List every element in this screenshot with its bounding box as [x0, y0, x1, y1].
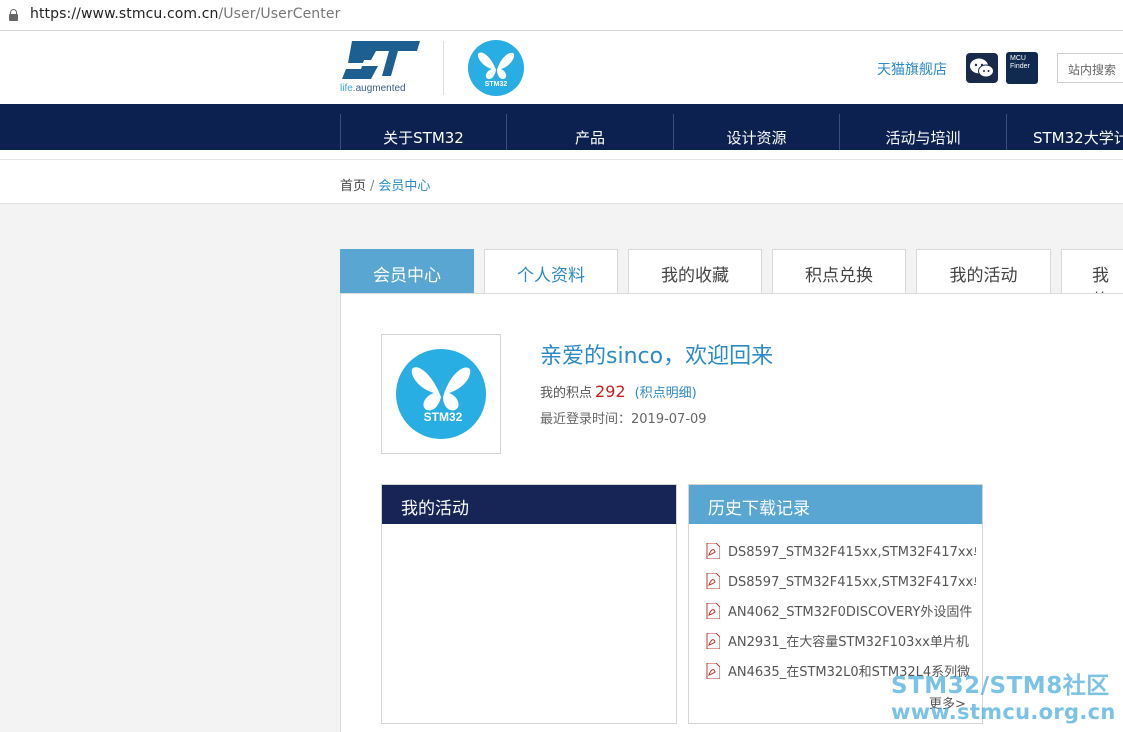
last-login-time: 最近登录时间：2019-07-09: [540, 412, 707, 427]
welcome-message: 亲爱的sinco，欢迎回来: [540, 344, 774, 369]
download-history-title: 历史下载记录: [689, 485, 982, 524]
nav-bottom-strip: [0, 150, 1123, 159]
browser-address-bar[interactable]: https://www.stmcu.com.cn/User/UserCenter: [0, 0, 1123, 31]
download-item[interactable]: DS8597_STM32F415xx,STM32F417xx单: [706, 541, 976, 561]
avatar: STM32: [381, 334, 501, 454]
download-item[interactable]: DS8597_STM32F415xx,STM32F417xx单: [706, 571, 976, 591]
community-watermark: STM32/STM8社区 www.stmcu.org.cn: [891, 673, 1116, 724]
mcu-finder-icon[interactable]: MCU Finder: [1006, 52, 1038, 84]
tab-profile[interactable]: 个人资料: [484, 249, 618, 294]
lock-icon: [9, 9, 18, 21]
tab-my-activities[interactable]: 我的活动: [916, 249, 1051, 294]
points-value: 292: [595, 382, 626, 401]
my-activities-box: 我的活动: [381, 484, 677, 724]
pdf-icon: [706, 543, 720, 559]
breadcrumb-separator: /: [370, 179, 375, 194]
breadcrumb: 首页 / 会员中心: [340, 175, 430, 194]
breadcrumb-current[interactable]: 会员中心: [378, 179, 430, 194]
breadcrumb-home[interactable]: 首页: [340, 179, 366, 194]
download-item[interactable]: AN4062_STM32F0DISCOVERY外设固件: [706, 601, 976, 621]
pdf-icon: [706, 603, 720, 619]
header-divider: [443, 41, 444, 95]
points-detail-link[interactable]: (积点明细): [635, 386, 697, 401]
stm32-avatar-logo: STM32: [396, 349, 486, 439]
stm32-butterfly-logo[interactable]: STM32: [468, 40, 524, 96]
pdf-icon: [706, 573, 720, 589]
main-nav: 关于STM32 产品 设计资源 活动与培训 STM32大学计: [0, 104, 1123, 159]
site-search-input[interactable]: 站内搜索: [1057, 53, 1123, 83]
tab-more[interactable]: 我的: [1061, 249, 1123, 294]
tmall-store-link[interactable]: 天猫旗舰店: [877, 59, 947, 79]
tab-member-center[interactable]: 会员中心: [340, 249, 474, 294]
st-tagline: life.augmented: [340, 83, 406, 94]
download-item[interactable]: AN2931_在大容量STM32F103xx单片机: [706, 631, 976, 651]
breadcrumb-bar: 首页 / 会员中心: [0, 159, 1123, 204]
stm32-badge-text: STM32: [485, 81, 508, 88]
points-row: 我的积点 292 (积点明细): [540, 382, 697, 401]
tab-points-exchange[interactable]: 积点兑换: [772, 249, 906, 294]
points-label: 我的积点: [540, 386, 593, 401]
wechat-icon[interactable]: [966, 53, 998, 83]
pdf-icon: [706, 633, 720, 649]
my-activities-title: 我的活动: [382, 485, 676, 524]
avatar-badge-text: STM32: [424, 410, 463, 424]
tab-favorites[interactable]: 我的收藏: [628, 249, 762, 294]
site-header: life.augmented STM32 天猫旗舰店 MCU Finder 站内…: [0, 31, 1123, 104]
pdf-icon: [706, 663, 720, 679]
url-text[interactable]: https://www.stmcu.com.cn/User/UserCenter: [30, 6, 340, 22]
